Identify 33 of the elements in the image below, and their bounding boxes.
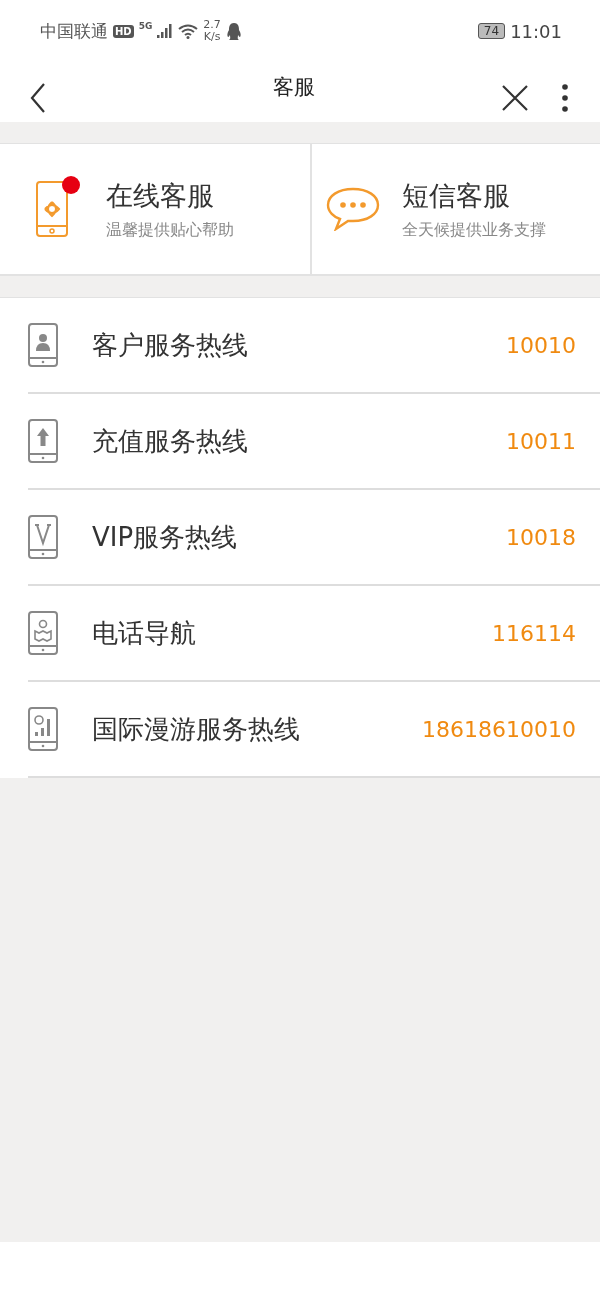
- network-type: 5G: [138, 21, 153, 31]
- signal-icon: [157, 24, 174, 38]
- hotline-name: VIP服务热线: [92, 520, 239, 554]
- card-title: 在线客服: [106, 178, 215, 213]
- wifi-icon: [178, 23, 199, 39]
- close-icon[interactable]: [502, 85, 528, 111]
- speed-value: 2.7: [203, 19, 221, 31]
- back-icon[interactable]: [30, 83, 46, 113]
- phone-person-icon: [28, 323, 58, 367]
- penguin-icon: [225, 21, 242, 41]
- chat-bubble-icon: [326, 187, 380, 231]
- phone-v-icon: [28, 515, 58, 559]
- card-title: 短信客服: [402, 178, 511, 213]
- hotline-name: 充值服务热线: [92, 424, 249, 458]
- hotline-row[interactable]: 充值服务热线 10011: [28, 394, 600, 490]
- hotline-name: 国际漫游服务热线: [92, 712, 301, 746]
- speed-unit: K/s: [203, 31, 221, 43]
- phone-map-pin-icon: [28, 611, 58, 655]
- hotline-row[interactable]: 客户服务热线 10010: [28, 298, 600, 394]
- hotline-name: 客户服务热线: [92, 328, 249, 362]
- hd-badge: HD: [113, 24, 134, 38]
- phone-globe-icon: [28, 707, 58, 751]
- phone-icon: [36, 181, 68, 237]
- card-subtitle: 温馨提供贴心帮助: [106, 219, 234, 241]
- page-title: 客服: [272, 74, 316, 101]
- card-subtitle: 全天候提供业务支撑: [402, 219, 546, 241]
- carrier-name: 中国联通: [40, 19, 108, 43]
- clock: 11:01: [510, 20, 562, 42]
- hotline-row[interactable]: VIP服务热线 10018: [28, 490, 600, 586]
- more-icon[interactable]: [562, 84, 568, 112]
- hotline-row[interactable]: 电话导航 116114: [28, 586, 600, 682]
- battery-icon: 74: [477, 23, 506, 39]
- hotline-name: 电话导航: [92, 616, 197, 650]
